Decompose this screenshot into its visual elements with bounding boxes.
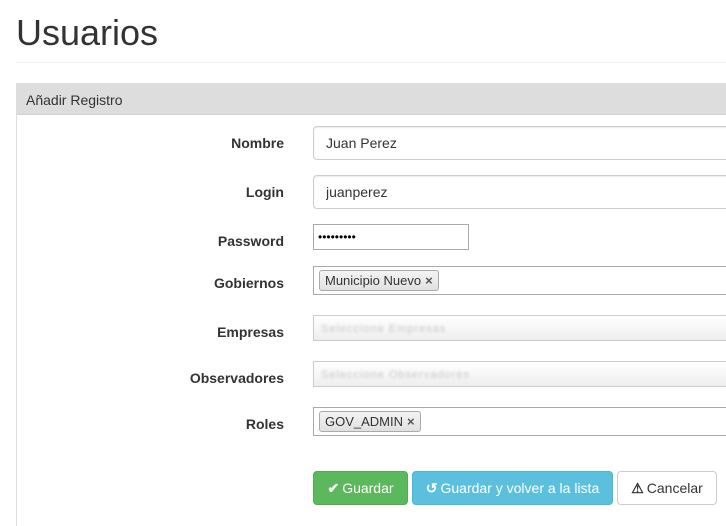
roles-tag: GOV_ADMIN ×: [319, 411, 421, 432]
observadores-multiselect[interactable]: Seleccione Observadores: [313, 361, 726, 387]
check-icon: ✔: [327, 480, 340, 496]
roles-multiselect[interactable]: GOV_ADMIN ×: [313, 407, 726, 436]
observadores-placeholder: Seleccione Observadores: [321, 369, 470, 381]
empresas-label: Empresas: [217, 324, 284, 340]
title-divider: [16, 62, 726, 63]
cancel-button-label: Cancelar: [646, 480, 703, 496]
tag-remove-icon[interactable]: ×: [425, 273, 433, 288]
save-and-return-button[interactable]: ↺ Guardar y volver a la lista: [412, 471, 613, 505]
save-and-return-button-label: Guardar y volver a la lista: [440, 480, 600, 496]
save-button-label: Guardar: [342, 480, 394, 496]
login-input[interactable]: [313, 175, 726, 209]
roles-label: Roles: [245, 416, 284, 432]
observadores-label: Observadores: [189, 370, 284, 386]
gobiernos-label: Gobiernos: [213, 275, 284, 291]
empresas-multiselect[interactable]: Seleccione Empresas: [313, 315, 726, 341]
roles-tag-label: GOV_ADMIN: [325, 414, 404, 429]
password-label: Password: [217, 233, 284, 249]
gobiernos-tag: Municipio Nuevo ×: [319, 270, 439, 291]
panel-heading: Añadir Registro: [17, 84, 726, 115]
nombre-label: Nombre: [231, 135, 284, 151]
empresas-placeholder: Seleccione Empresas: [321, 323, 447, 335]
save-button[interactable]: ✔ Guardar: [313, 471, 408, 505]
page-title: Usuarios: [16, 12, 159, 53]
gobiernos-multiselect[interactable]: Municipio Nuevo ×: [313, 266, 726, 295]
cancel-button[interactable]: ⚠ Cancelar: [617, 471, 717, 505]
login-label: Login: [245, 184, 284, 200]
password-input[interactable]: [313, 224, 469, 250]
warning-icon: ⚠: [631, 480, 644, 496]
tag-remove-icon[interactable]: ×: [407, 414, 415, 429]
gobiernos-tag-label: Municipio Nuevo: [325, 273, 422, 288]
undo-icon: ↺: [425, 480, 438, 496]
nombre-input[interactable]: [313, 126, 726, 160]
